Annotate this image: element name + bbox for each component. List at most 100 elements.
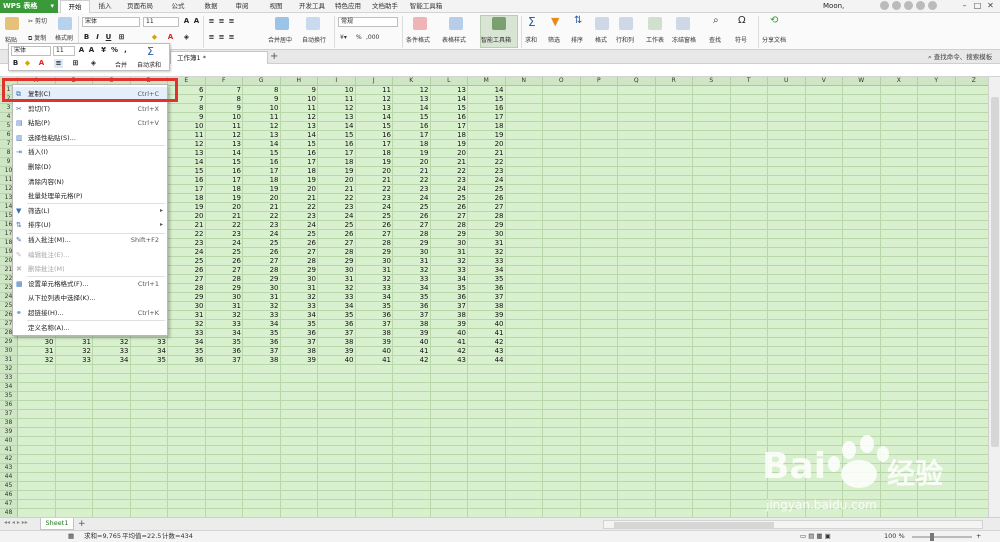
- table-cell[interactable]: 26: [356, 221, 394, 230]
- table-cell[interactable]: 38: [431, 311, 469, 320]
- table-cell[interactable]: 37: [206, 356, 244, 365]
- column-header[interactable]: S: [693, 77, 731, 86]
- table-cell[interactable]: 34: [356, 293, 394, 302]
- table-cell[interactable]: 32: [356, 275, 394, 284]
- table-cell[interactable]: 19: [281, 176, 319, 185]
- context-menu-item[interactable]: ⇥ 插入(I): [13, 145, 167, 159]
- table-cell[interactable]: 39: [468, 311, 506, 320]
- border-icon[interactable]: ⊞: [117, 33, 126, 42]
- menu-tab-5[interactable]: 审阅: [228, 0, 256, 13]
- table-cell[interactable]: 34: [281, 311, 319, 320]
- share-icon[interactable]: ⟲: [770, 15, 778, 26]
- table-cell[interactable]: 14: [281, 131, 319, 140]
- table-cell[interactable]: 34: [318, 302, 356, 311]
- mini-currency-icon[interactable]: ¥: [99, 46, 108, 55]
- table-cell[interactable]: 31: [281, 284, 319, 293]
- table-cell[interactable]: 30: [281, 275, 319, 284]
- table-cell[interactable]: 39: [356, 338, 394, 347]
- table-cell[interactable]: 10: [243, 104, 281, 113]
- align-middle-icon[interactable]: ≡: [217, 17, 226, 26]
- table-cell[interactable]: 29: [431, 230, 469, 239]
- user-name[interactable]: Moon,: [823, 0, 844, 13]
- table-cell[interactable]: 35: [318, 311, 356, 320]
- table-cell[interactable]: 21: [431, 158, 469, 167]
- row-header[interactable]: 37: [0, 410, 18, 419]
- table-cell[interactable]: 32: [18, 356, 56, 365]
- table-cell[interactable]: 30: [243, 284, 281, 293]
- font-size-select[interactable]: 11: [143, 17, 179, 27]
- column-header[interactable]: T: [730, 77, 768, 86]
- table-cell[interactable]: 28: [168, 284, 206, 293]
- table-cell[interactable]: 29: [206, 284, 244, 293]
- table-cell[interactable]: 30: [206, 293, 244, 302]
- table-cell[interactable]: 39: [393, 329, 431, 338]
- table-cell[interactable]: 20: [168, 212, 206, 221]
- table-cell[interactable]: 27: [468, 203, 506, 212]
- table-cell[interactable]: 32: [56, 347, 94, 356]
- table-cell[interactable]: 13: [168, 149, 206, 158]
- settings-icon[interactable]: [892, 1, 901, 10]
- format-painter-button[interactable]: 格式刷: [55, 33, 73, 42]
- row-header[interactable]: 46: [0, 491, 18, 500]
- zoom-slider[interactable]: [912, 536, 972, 538]
- table-cell[interactable]: 21: [356, 176, 394, 185]
- mini-font-size[interactable]: 11: [53, 46, 75, 56]
- table-cell[interactable]: 9: [206, 104, 244, 113]
- table-cell[interactable]: 21: [281, 194, 319, 203]
- table-cell[interactable]: 17: [318, 149, 356, 158]
- cond-format-icon[interactable]: [413, 17, 427, 30]
- table-cell[interactable]: 11: [206, 122, 244, 131]
- menu-tab-7[interactable]: 开发工具: [296, 0, 328, 13]
- table-cell[interactable]: 26: [281, 239, 319, 248]
- table-cell[interactable]: 32: [318, 284, 356, 293]
- table-cell[interactable]: 35: [168, 347, 206, 356]
- zoom-in-icon[interactable]: +: [976, 531, 981, 542]
- toolbox-icon[interactable]: [492, 17, 506, 30]
- table-cell[interactable]: 11: [356, 86, 394, 95]
- align-top-icon[interactable]: ≡: [207, 17, 216, 26]
- minimize-button[interactable]: –: [958, 0, 971, 13]
- table-cell[interactable]: 29: [393, 239, 431, 248]
- table-cell[interactable]: 36: [281, 329, 319, 338]
- align-center-icon[interactable]: ≡: [217, 33, 226, 42]
- table-cell[interactable]: 41: [431, 338, 469, 347]
- table-cell[interactable]: 33: [393, 275, 431, 284]
- context-menu-item[interactable]: 删除(D): [13, 160, 167, 174]
- table-cell[interactable]: 25: [206, 248, 244, 257]
- mini-sigma-icon[interactable]: Σ: [147, 45, 154, 58]
- table-cell[interactable]: 26: [468, 194, 506, 203]
- align-left-icon[interactable]: ≡: [207, 33, 216, 42]
- context-menu-item[interactable]: 批量处理单元格(P): [13, 189, 167, 203]
- table-cell[interactable]: 12: [206, 131, 244, 140]
- mini-percent-icon[interactable]: %: [110, 46, 119, 55]
- table-cell[interactable]: 36: [243, 338, 281, 347]
- table-cell[interactable]: 40: [393, 338, 431, 347]
- table-cell[interactable]: 18: [468, 122, 506, 131]
- table-cell[interactable]: 32: [431, 257, 469, 266]
- table-cell[interactable]: 37: [356, 320, 394, 329]
- table-cell[interactable]: 33: [356, 284, 394, 293]
- row-header[interactable]: 38: [0, 419, 18, 428]
- mini-font-name[interactable]: 宋体: [11, 46, 51, 56]
- mini-shrink-font-icon[interactable]: A: [87, 46, 96, 55]
- table-cell[interactable]: 27: [206, 266, 244, 275]
- table-cell[interactable]: 33: [281, 302, 319, 311]
- table-cell[interactable]: 34: [93, 356, 131, 365]
- row-header[interactable]: 44: [0, 473, 18, 482]
- table-cell[interactable]: 24: [168, 248, 206, 257]
- table-cell[interactable]: 31: [18, 347, 56, 356]
- table-cell[interactable]: 12: [356, 95, 394, 104]
- table-cell[interactable]: 14: [318, 122, 356, 131]
- table-cell[interactable]: 13: [393, 95, 431, 104]
- table-cell[interactable]: 28: [206, 275, 244, 284]
- table-cell[interactable]: 37: [468, 293, 506, 302]
- table-cell[interactable]: 43: [431, 356, 469, 365]
- table-cell[interactable]: 23: [206, 230, 244, 239]
- fill-color-icon[interactable]: ◆: [150, 33, 159, 42]
- table-cell[interactable]: 26: [168, 266, 206, 275]
- table-cell[interactable]: 40: [431, 329, 469, 338]
- row-header[interactable]: 34: [0, 383, 18, 392]
- table-cell[interactable]: 17: [393, 131, 431, 140]
- table-cell[interactable]: 14: [356, 113, 394, 122]
- scrollbar-thumb[interactable]: [991, 97, 999, 447]
